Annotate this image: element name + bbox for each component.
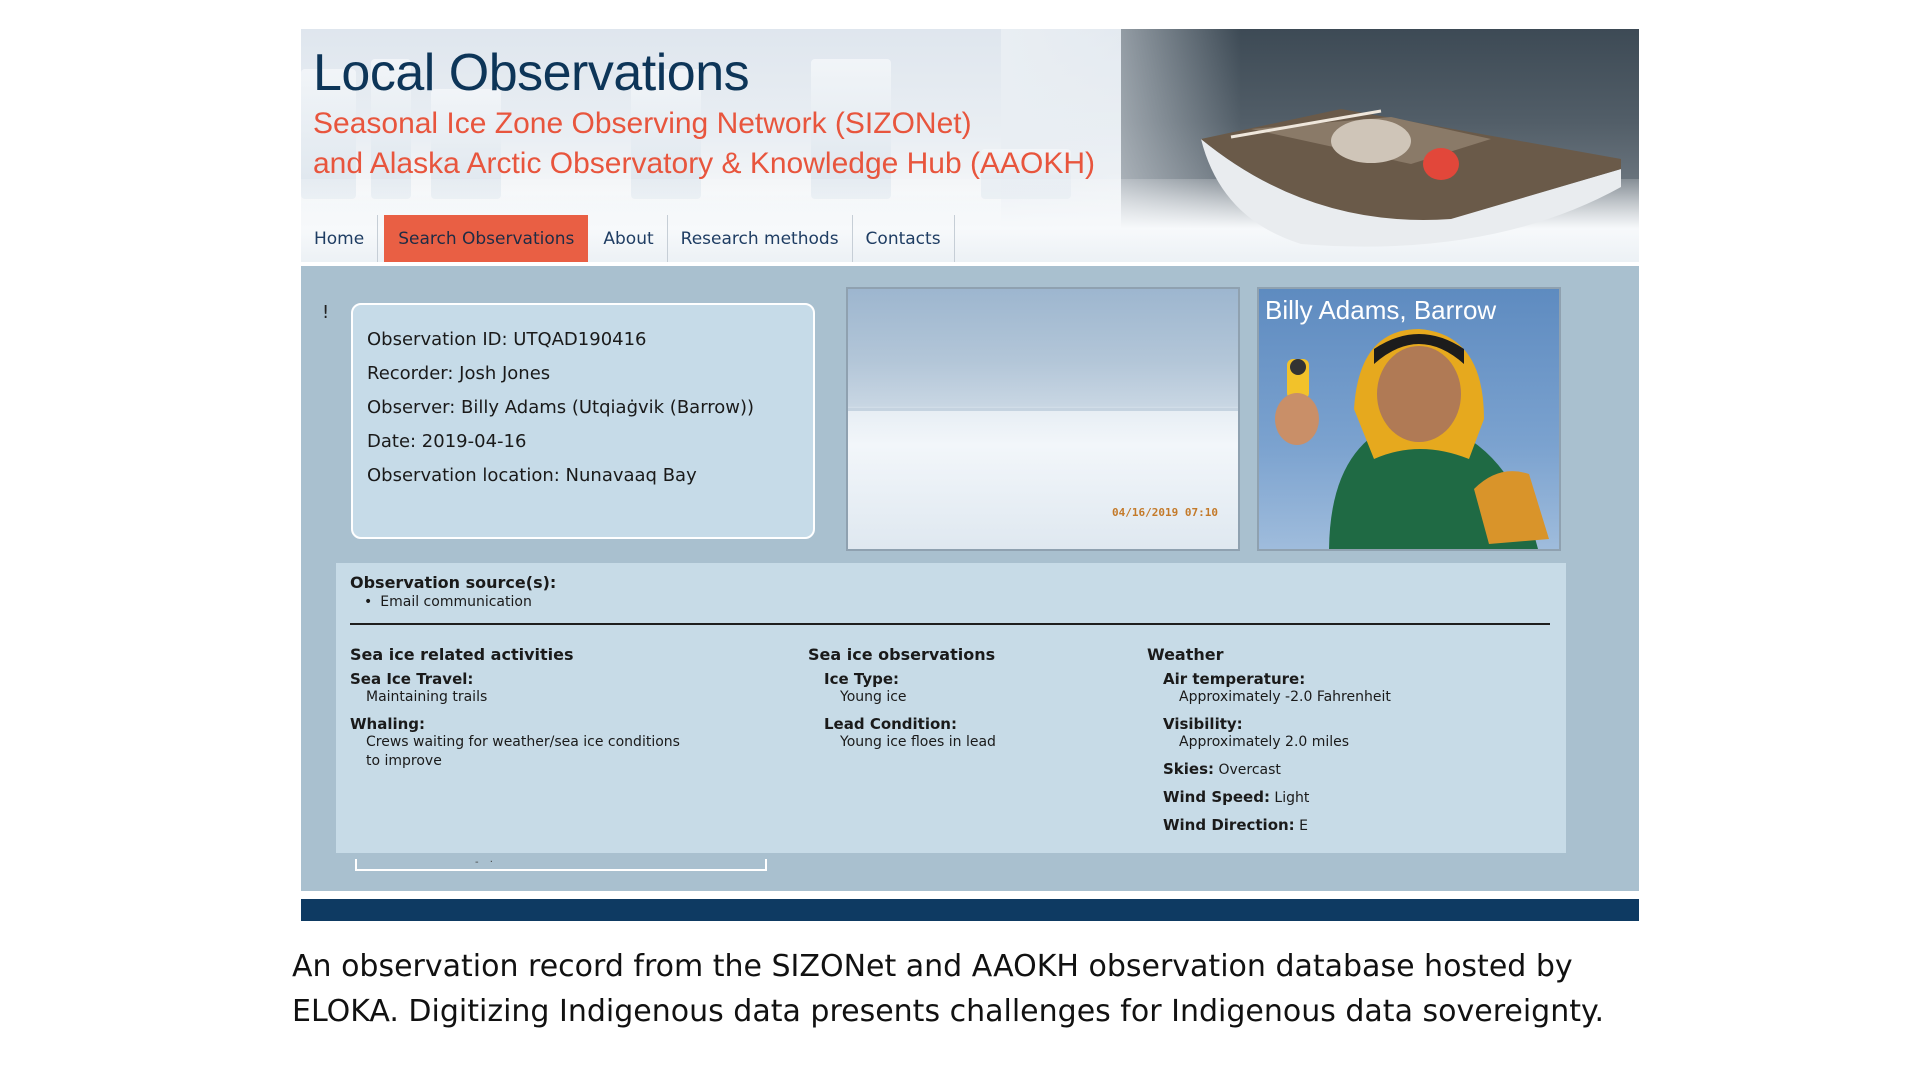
sea-ice-travel-value: Maintaining trails [366, 689, 488, 705]
whaling-label: Whaling: [350, 715, 426, 733]
wind-speed-row: Wind Speed: Light [1163, 788, 1527, 806]
observation-id: Observation ID: UTQAD190416 [367, 329, 647, 350]
nav-search-observations[interactable]: Search Observations [384, 215, 589, 262]
weather-heading: Weather [1147, 645, 1224, 664]
sources-list: Email communication [364, 594, 1552, 610]
site-subtitle-line2: and Alaska Arctic Observatory & Knowledg… [313, 147, 1096, 180]
weather-column: Weather Air temperature: Approximately -… [1147, 645, 1527, 844]
cropped-box: ‐ · [355, 857, 767, 871]
database-screenshot: Local Observations Seasonal Ice Zone Obs… [301, 29, 1639, 921]
air-temperature-value: Approximately -2.0 Fahrenheit [1179, 689, 1391, 705]
ice-type-label: Ice Type: [824, 670, 900, 688]
wind-direction-row: Wind Direction: E [1163, 816, 1527, 834]
caption-line-1: An observation record from the SIZONet a… [292, 949, 1573, 984]
activities-column: Sea ice related activities Sea Ice Trave… [350, 645, 750, 779]
observation-summary-card: Observation ID: UTQAD190416 Recorder: Jo… [351, 303, 815, 539]
section-divider [350, 623, 1550, 625]
main-nav: Home Search Observations About Research … [301, 215, 955, 262]
recorder: Recorder: Josh Jones [367, 363, 551, 384]
wind-direction-label: Wind Direction: [1163, 816, 1295, 834]
lead-condition-label: Lead Condition: [824, 715, 957, 733]
observer-photo-caption: Billy Adams, Barrow [1265, 295, 1497, 325]
wind-speed-value: Light [1274, 790, 1310, 806]
source-item: Email communication [364, 594, 1552, 610]
skies-row: Skies: Overcast [1163, 760, 1527, 778]
nav-research-methods[interactable]: Research methods [668, 215, 853, 262]
visibility-value: Approximately 2.0 miles [1179, 734, 1350, 750]
observation-details: Observation source(s): Email communicati… [336, 563, 1566, 853]
slide-caption: An observation record from the SIZONet a… [292, 944, 1692, 1034]
sources-title: Observation source(s): [350, 573, 557, 592]
wind-direction-value: E [1299, 818, 1308, 834]
air-temperature-label: Air temperature: [1163, 670, 1306, 688]
site-banner: Local Observations Seasonal Ice Zone Obs… [301, 29, 1639, 262]
site-footer-bar [301, 899, 1639, 921]
sea-ice-observations-heading: Sea ice observations [808, 645, 996, 664]
nav-home[interactable]: Home [301, 215, 379, 262]
skies-value: Overcast [1218, 762, 1281, 778]
observer-photo[interactable]: Billy Adams, Barrow [1257, 287, 1561, 551]
activities-heading: Sea ice related activities [350, 645, 574, 664]
ice-type-value: Young ice [840, 689, 907, 705]
nav-contacts[interactable]: Contacts [853, 215, 955, 262]
boat-image [1201, 109, 1621, 247]
sea-ice-observations-column: Sea ice observations Ice Type: Young ice… [808, 645, 1108, 760]
sea-ice-travel-label: Sea Ice Travel: [350, 670, 474, 688]
site-subtitle-line1: Seasonal Ice Zone Observing Network (SIZ… [313, 107, 972, 140]
whaling-value: Crews waiting for weather/sea ice condit… [366, 734, 680, 769]
site-title: Local Observations [313, 44, 750, 102]
lead-condition-value: Young ice floes in lead [840, 734, 996, 750]
nav-about[interactable]: About [590, 215, 668, 262]
visibility-label: Visibility: [1163, 715, 1243, 733]
wind-speed-label: Wind Speed: [1163, 788, 1270, 806]
caption-line-2: ELOKA. Digitizing Indigenous data presen… [292, 994, 1604, 1029]
sea-ice-photo[interactable]: 04/16/2019 07:10 [846, 287, 1240, 551]
observation-location: Observation location: Nunavaaq Bay [367, 465, 697, 486]
observation-date: Date: 2019-04-16 [367, 431, 527, 452]
photo-timestamp: 04/16/2019 07:10 [1112, 506, 1218, 519]
skies-label: Skies: [1163, 760, 1215, 778]
stray-glyph: ! [322, 302, 330, 323]
observer: Observer: Billy Adams (Utqiaġvik (Barrow… [367, 397, 755, 418]
